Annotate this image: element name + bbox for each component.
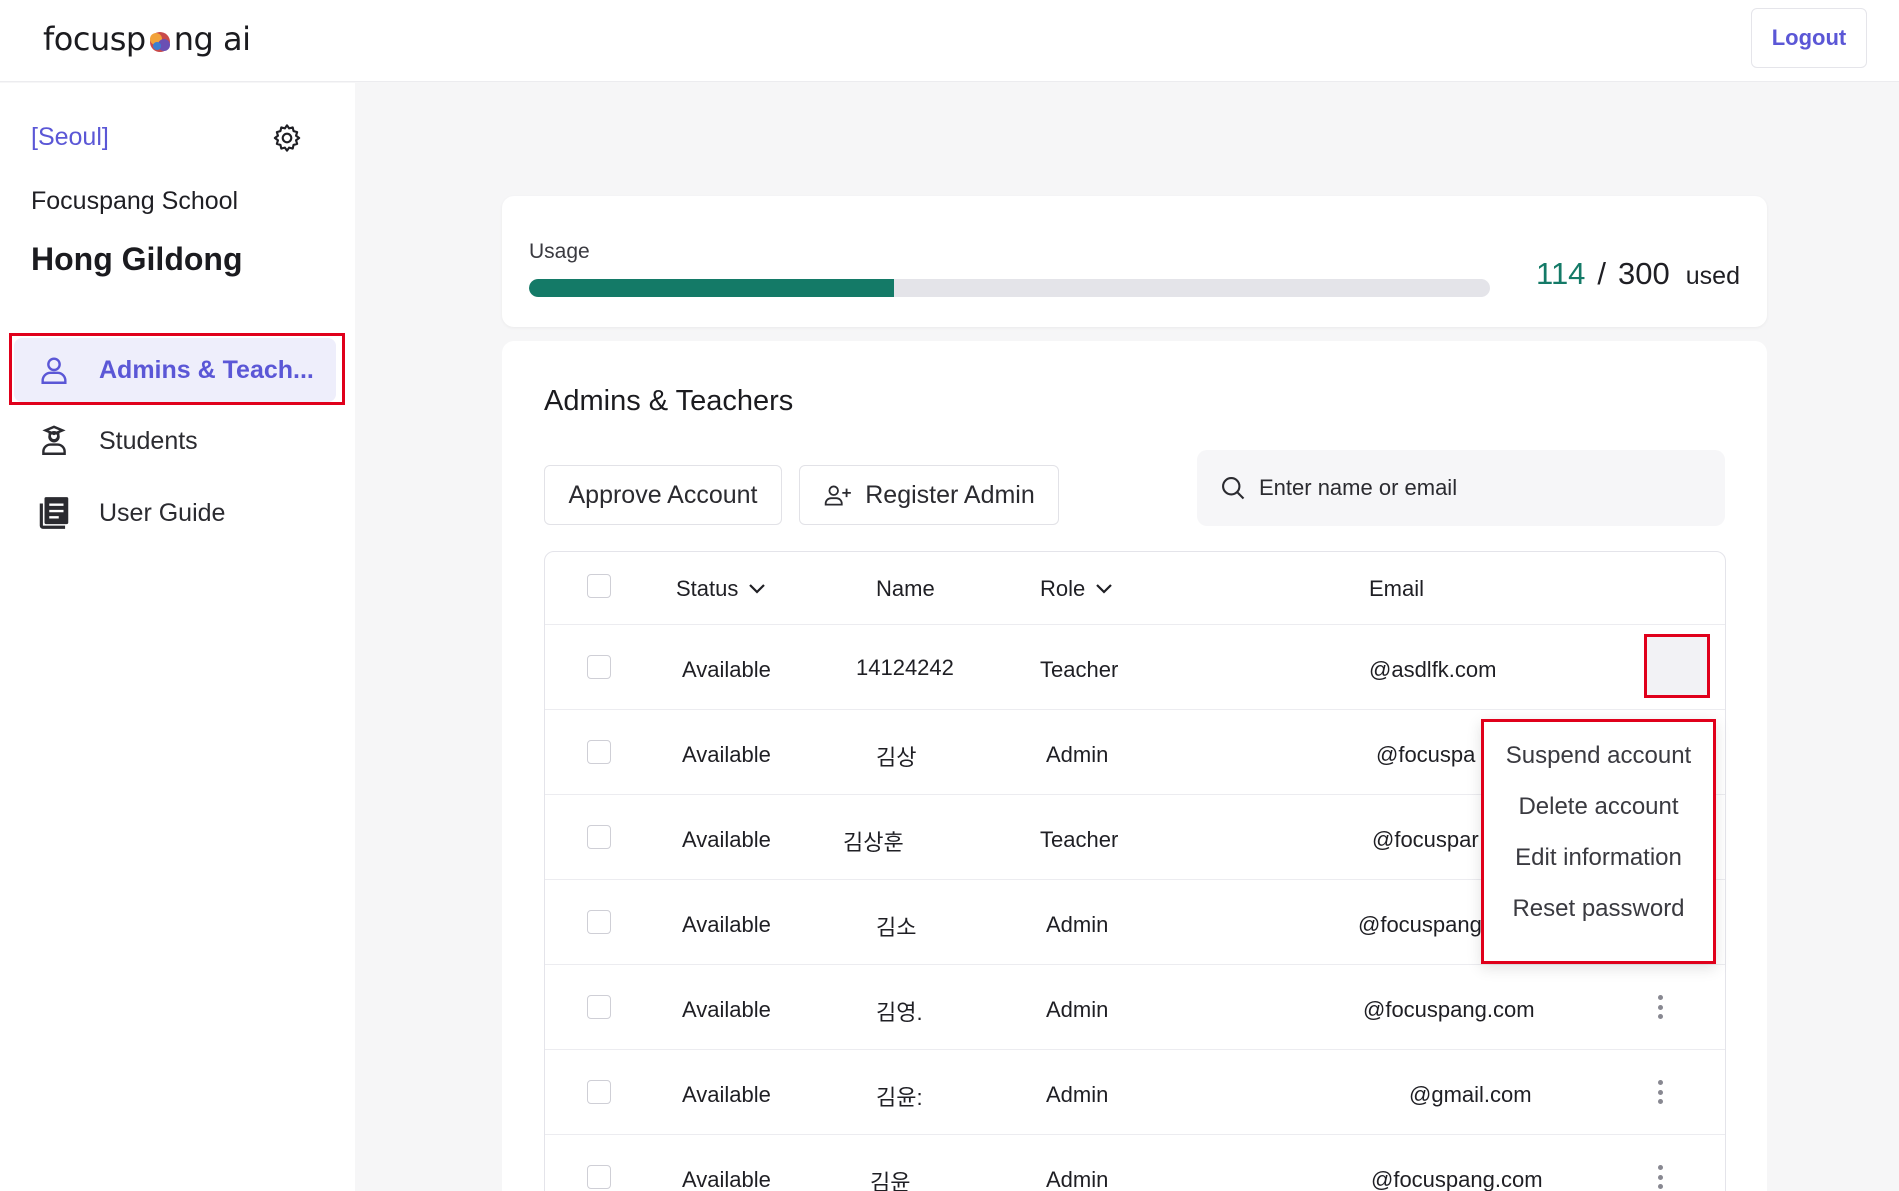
column-status[interactable]: Status bbox=[676, 576, 766, 602]
usage-used: 114 bbox=[1536, 256, 1586, 291]
student-icon bbox=[34, 421, 74, 461]
more-vertical-icon[interactable] bbox=[1648, 1076, 1672, 1108]
select-all-checkbox[interactable] bbox=[587, 574, 611, 598]
column-name-label: Name bbox=[876, 576, 935, 601]
logo-text-left: focusp bbox=[43, 20, 146, 58]
column-status-label: Status bbox=[676, 576, 739, 601]
chevron-down-icon bbox=[1096, 584, 1113, 594]
cell-name: 김영. bbox=[876, 1000, 923, 1025]
register-admin-label: Register Admin bbox=[865, 480, 1035, 509]
search-icon bbox=[1222, 477, 1245, 500]
sidebar: [Seoul] Focuspang School Hong Gildong Ad… bbox=[0, 83, 355, 1191]
usage-progress-fill bbox=[529, 279, 895, 297]
table-row[interactable]: Available 14124242 Teacher @asdlfk.com bbox=[545, 625, 1725, 710]
usage-progress-bar bbox=[529, 279, 1490, 297]
cell-role: Admin bbox=[1046, 912, 1109, 937]
user-name: Hong Gildong bbox=[31, 241, 243, 277]
cell-role: Teacher bbox=[1040, 827, 1119, 852]
sidebar-item-admins-teachers[interactable]: Admins & Teach... bbox=[14, 338, 336, 402]
usage-count: 114 / 300 used bbox=[1536, 256, 1740, 292]
cell-status: Available bbox=[682, 912, 771, 937]
usage-label: Usage bbox=[529, 240, 590, 263]
row-checkbox[interactable] bbox=[587, 995, 611, 1019]
add-user-icon bbox=[825, 485, 852, 506]
row-checkbox[interactable] bbox=[587, 1165, 611, 1189]
cell-name: 김상 bbox=[876, 745, 917, 770]
cell-name: 김소 bbox=[876, 915, 917, 940]
cell-role: Teacher bbox=[1040, 657, 1119, 682]
sidebar-item-students[interactable]: Students bbox=[14, 409, 336, 473]
logo-text-right: ng ai bbox=[173, 20, 251, 58]
cell-role: Admin bbox=[1046, 997, 1109, 1022]
cell-status: Available bbox=[682, 1082, 771, 1107]
sidebar-item-label: User Guide bbox=[99, 498, 226, 527]
table-row[interactable]: Available 김윤: Admin @gmail.com bbox=[545, 1050, 1725, 1135]
person-icon bbox=[34, 350, 74, 390]
cell-role: Admin bbox=[1046, 1167, 1109, 1191]
row-checkbox[interactable] bbox=[587, 655, 611, 679]
row-checkbox[interactable] bbox=[587, 1080, 611, 1104]
row-checkbox[interactable] bbox=[587, 825, 611, 849]
gear-icon[interactable] bbox=[271, 122, 303, 154]
cell-email: @focuspar bbox=[1372, 827, 1479, 852]
usage-card: Usage 114 / 300 used bbox=[502, 196, 1767, 327]
cell-email: @focuspang.com bbox=[1363, 997, 1535, 1022]
cell-status: Available bbox=[682, 1167, 771, 1191]
logout-button[interactable]: Logout bbox=[1751, 8, 1867, 68]
cell-name: 김상훈 bbox=[843, 830, 904, 855]
table-row[interactable]: Available 김영. Admin @focuspang.com bbox=[545, 965, 1725, 1050]
school-name: Focuspang School bbox=[31, 187, 239, 215]
cell-email: @focuspang bbox=[1358, 912, 1482, 937]
row-checkbox[interactable] bbox=[587, 740, 611, 764]
cell-role: Admin bbox=[1046, 1082, 1109, 1107]
sidebar-item-user-guide[interactable]: User Guide bbox=[14, 481, 336, 545]
cell-status: Available bbox=[682, 742, 771, 767]
sidebar-item-label: Students bbox=[99, 426, 198, 455]
cell-role: Admin bbox=[1046, 742, 1109, 767]
menu-item-delete-account[interactable]: Delete account bbox=[1484, 785, 1713, 829]
more-vertical-icon[interactable] bbox=[1648, 1161, 1672, 1191]
kebab-active-background bbox=[1647, 637, 1707, 695]
cell-status: Available bbox=[682, 827, 771, 852]
column-email-label: Email bbox=[1369, 576, 1425, 601]
chevron-down-icon bbox=[749, 584, 766, 594]
table-header: Status Name Role Email bbox=[545, 552, 1725, 625]
register-admin-button[interactable]: Register Admin bbox=[799, 465, 1059, 525]
cell-name: 14124242 bbox=[856, 655, 954, 680]
cell-status: Available bbox=[682, 997, 771, 1022]
search-box[interactable] bbox=[1197, 450, 1725, 526]
page-title: Admins & Teachers bbox=[544, 385, 794, 417]
column-email: Email bbox=[1369, 576, 1424, 602]
menu-item-reset-password[interactable]: Reset password bbox=[1484, 887, 1713, 931]
usage-suffix: used bbox=[1685, 262, 1740, 290]
menu-item-edit-information[interactable]: Edit information bbox=[1484, 836, 1713, 880]
cell-name: 김윤 bbox=[870, 1170, 911, 1191]
search-input[interactable] bbox=[1259, 475, 1699, 501]
book-icon bbox=[34, 493, 74, 533]
column-name: Name bbox=[876, 576, 935, 602]
usage-total: 300 bbox=[1618, 256, 1670, 291]
sidebar-item-label: Admins & Teach... bbox=[99, 355, 314, 384]
menu-item-suspend-account[interactable]: Suspend account bbox=[1484, 734, 1713, 778]
logo-mark-icon bbox=[149, 32, 170, 52]
cell-email: @gmail.com bbox=[1409, 1082, 1532, 1107]
school-region[interactable]: [Seoul] bbox=[31, 123, 109, 152]
row-action-menu: Suspend account Delete account Edit info… bbox=[1481, 719, 1716, 964]
approve-account-button[interactable]: Approve Account bbox=[544, 465, 782, 525]
cell-email: @focuspang.com bbox=[1371, 1167, 1543, 1191]
column-role-label: Role bbox=[1040, 576, 1086, 601]
logo[interactable]: focusp ng ai bbox=[43, 20, 251, 58]
cell-status: Available bbox=[682, 657, 771, 682]
usage-separator: / bbox=[1597, 256, 1607, 291]
cell-email: @focuspa bbox=[1376, 742, 1476, 767]
cell-email: @asdlfk.com bbox=[1369, 657, 1497, 682]
column-role[interactable]: Role bbox=[1040, 576, 1113, 602]
more-vertical-icon[interactable] bbox=[1648, 991, 1672, 1023]
cell-name: 김윤: bbox=[876, 1085, 923, 1110]
top-bar: focusp ng ai Logout bbox=[0, 0, 1899, 82]
table-row[interactable]: Available 김윤 Admin @focuspang.com bbox=[545, 1135, 1725, 1191]
row-checkbox[interactable] bbox=[587, 910, 611, 934]
